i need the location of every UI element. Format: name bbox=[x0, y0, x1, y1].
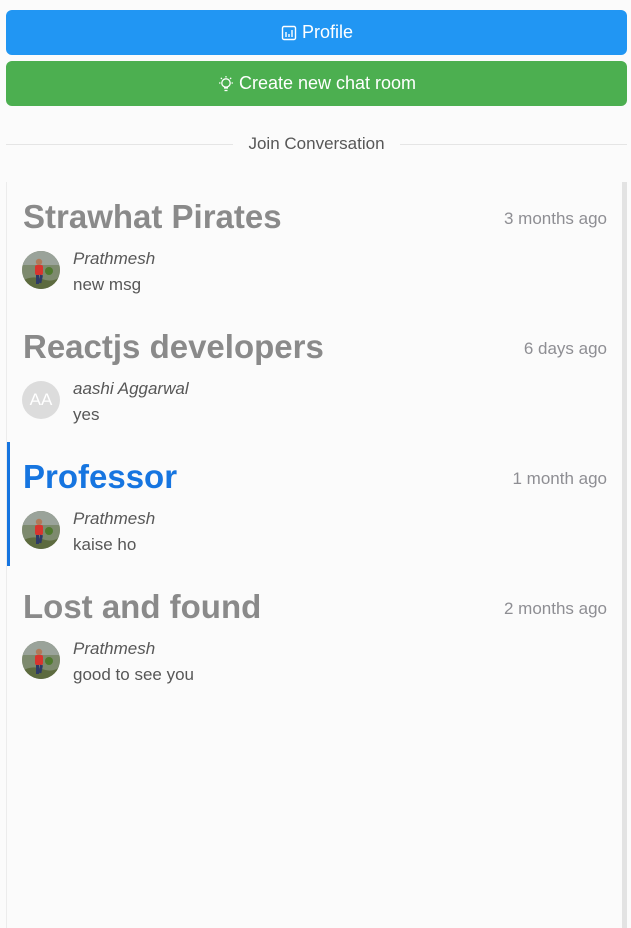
room-time: 6 days ago bbox=[523, 339, 607, 358]
creative-bulb-icon bbox=[217, 75, 235, 93]
room-item[interactable]: Reactjs developers 6 days ago AA aashi A… bbox=[7, 312, 621, 436]
avatar bbox=[22, 511, 60, 549]
room-name: Professor bbox=[23, 458, 178, 495]
dashboard-icon bbox=[280, 24, 298, 42]
message-author: Prathmesh bbox=[73, 639, 156, 658]
message-author: Prathmesh bbox=[73, 249, 156, 268]
avatar bbox=[22, 251, 60, 289]
avatar: AA bbox=[22, 381, 60, 419]
create-chat-room-label: Create new chat room bbox=[238, 73, 417, 93]
room-item-active[interactable]: Professor 1 month ago Prathmesh kaise ho bbox=[7, 442, 621, 566]
divider-line-left bbox=[6, 143, 234, 145]
divider-text: Join Conversation bbox=[248, 134, 385, 153]
avatar bbox=[22, 641, 60, 679]
room-name: Reactjs developers bbox=[23, 328, 324, 365]
room-item[interactable]: Strawhat Pirates 3 months ago Prathmesh … bbox=[7, 182, 621, 306]
profile-button[interactable]: Profile bbox=[6, 10, 627, 55]
message-author: Prathmesh bbox=[73, 509, 156, 528]
join-conversation-divider: Join Conversation bbox=[6, 133, 628, 155]
message-author: aashi Aggarwal bbox=[73, 379, 189, 398]
room-time: 3 months ago bbox=[503, 209, 607, 228]
message-preview: yes bbox=[73, 405, 100, 424]
room-time: 2 months ago bbox=[503, 599, 607, 618]
message-preview: good to see you bbox=[73, 665, 194, 684]
room-name: Strawhat Pirates bbox=[23, 198, 282, 235]
create-chat-room-button[interactable]: Create new chat room bbox=[6, 61, 627, 106]
room-name: Lost and found bbox=[23, 588, 262, 625]
divider-line-right bbox=[399, 143, 628, 145]
chat-room-list[interactable]: Strawhat Pirates 3 months ago Prathmesh … bbox=[6, 182, 627, 928]
room-time: 1 month ago bbox=[512, 469, 607, 488]
profile-button-label: Profile bbox=[301, 22, 354, 42]
room-item[interactable]: Lost and found 2 months ago Prathmesh go… bbox=[7, 572, 621, 696]
scrollbar[interactable] bbox=[622, 182, 627, 928]
message-preview: kaise ho bbox=[73, 535, 137, 554]
message-preview: new msg bbox=[73, 275, 142, 294]
